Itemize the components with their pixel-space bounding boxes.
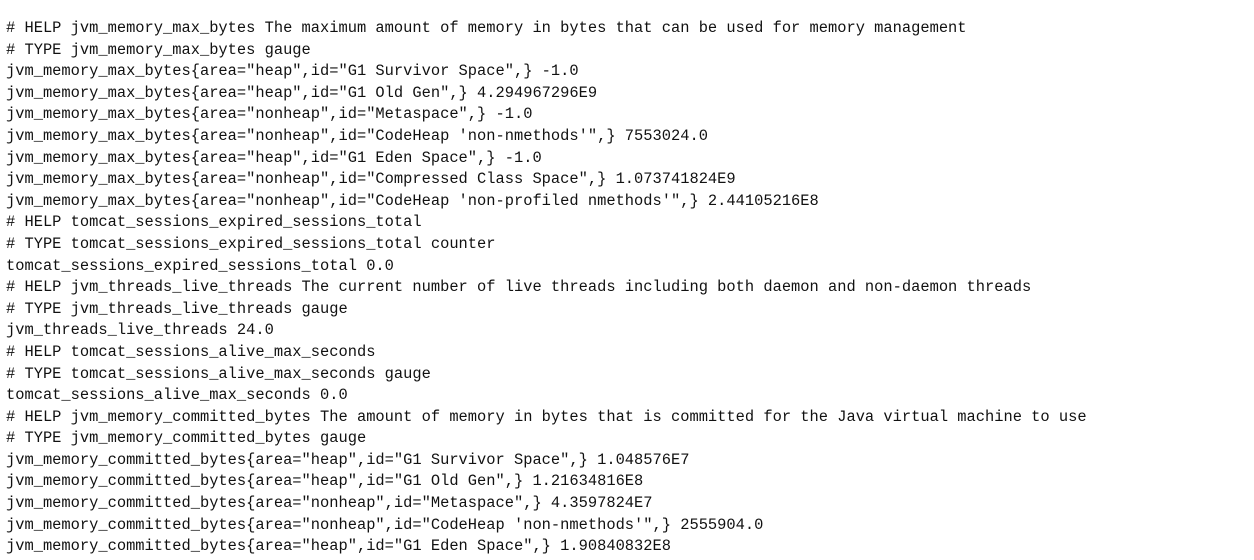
metrics-line: jvm_threads_live_threads 24.0	[6, 321, 274, 340]
metrics-line: # TYPE tomcat_sessions_alive_max_seconds…	[6, 364, 431, 383]
metrics-line: jvm_memory_max_bytes{area="nonheap",id="…	[6, 191, 819, 210]
prometheus-metrics-text: # HELP jvm_memory_max_bytes The maximum …	[0, 0, 1254, 558]
metrics-line: # HELP tomcat_sessions_expired_sessions_…	[6, 213, 422, 232]
metrics-line: jvm_memory_committed_bytes{area="heap",i…	[6, 537, 671, 556]
metrics-line: # HELP jvm_memory_max_bytes The maximum …	[6, 19, 967, 37]
plain-text-page: # HELP jvm_memory_max_bytes The maximum …	[0, 0, 1254, 560]
metrics-line: # HELP tomcat_sessions_alive_max_seconds	[6, 342, 376, 361]
metrics-line: # HELP jvm_threads_live_threads The curr…	[6, 278, 1032, 297]
metrics-line: jvm_memory_max_bytes{area="heap",id="G1 …	[6, 62, 579, 81]
metrics-line: # TYPE tomcat_sessions_expired_sessions_…	[6, 234, 496, 253]
metrics-line: tomcat_sessions_expired_sessions_total 0…	[6, 256, 394, 275]
metrics-line: # TYPE jvm_threads_live_threads gauge	[6, 299, 348, 318]
metrics-line: tomcat_sessions_alive_max_seconds 0.0	[6, 386, 348, 405]
metrics-line: jvm_memory_max_bytes{area="nonheap",id="…	[6, 170, 736, 189]
metrics-line: jvm_memory_committed_bytes{area="nonheap…	[6, 515, 764, 534]
metrics-line: # HELP jvm_memory_committed_bytes The am…	[6, 407, 1087, 426]
metrics-line: # TYPE jvm_memory_max_bytes gauge	[6, 40, 311, 59]
metrics-line: # TYPE jvm_memory_committed_bytes gauge	[6, 429, 367, 448]
metrics-line: jvm_memory_max_bytes{area="nonheap",id="…	[6, 126, 708, 145]
metrics-line: jvm_memory_max_bytes{area="heap",id="G1 …	[6, 148, 542, 167]
metrics-line: jvm_memory_committed_bytes{area="heap",i…	[6, 472, 644, 491]
metrics-line: jvm_memory_committed_bytes{area="nonheap…	[6, 494, 653, 513]
metrics-line: jvm_memory_committed_bytes{area="heap",i…	[6, 450, 690, 469]
metrics-line: jvm_memory_max_bytes{area="nonheap",id="…	[6, 105, 533, 124]
metrics-line: jvm_memory_max_bytes{area="heap",id="G1 …	[6, 83, 598, 102]
